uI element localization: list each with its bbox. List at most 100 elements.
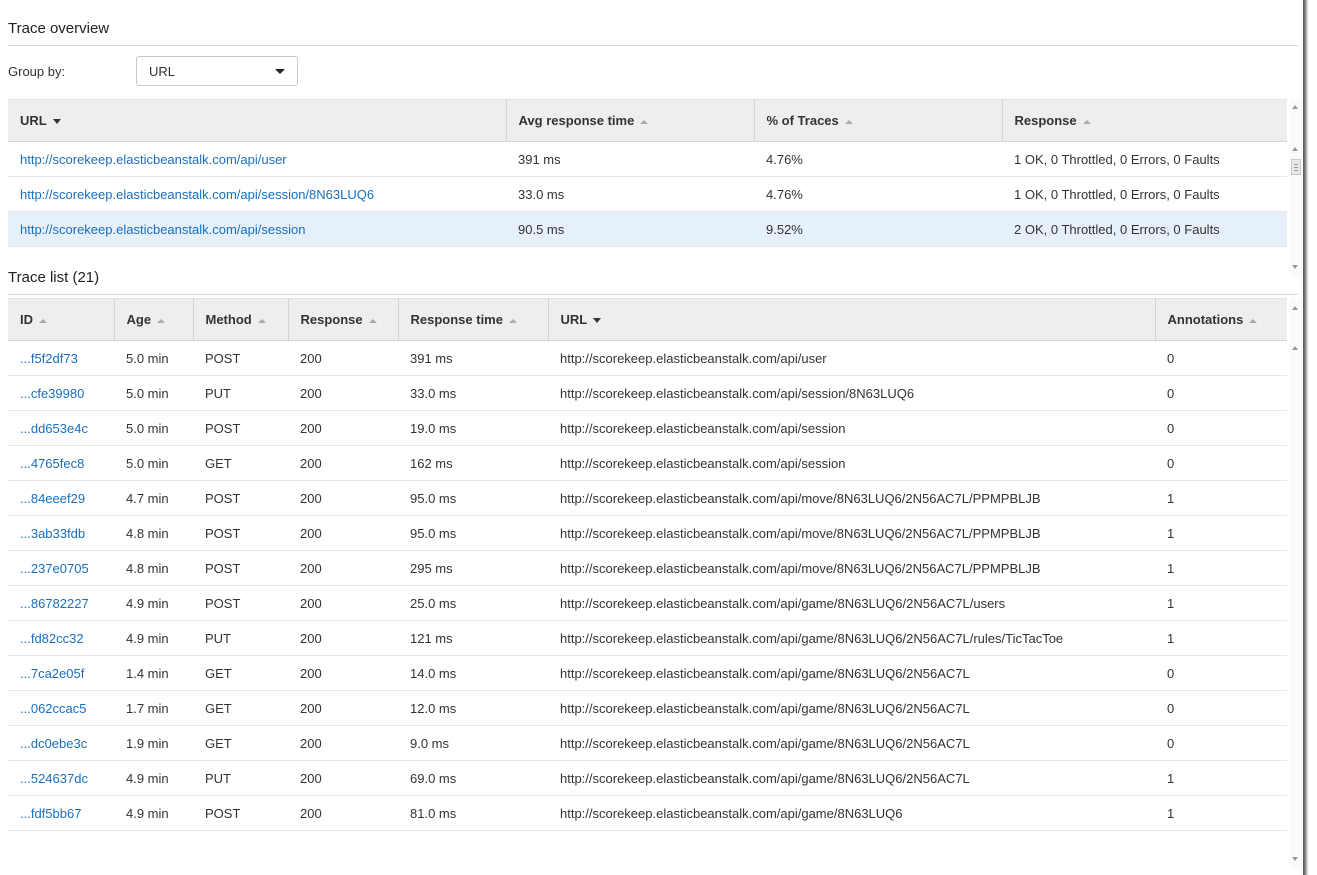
col-age[interactable]: Age [114, 298, 194, 341]
trace-id-link[interactable]: ...dc0ebe3c [8, 725, 114, 761]
trace-row[interactable]: ...86782227 4.9 min POST 200 25.0 ms http://s… [8, 585, 1287, 621]
trace-age: 4.9 min [114, 585, 193, 621]
url-link[interactable]: http://scorekeep.elasticbeanstalk.com/ap… [8, 176, 506, 212]
avg-response-time: 90.5 ms [506, 211, 754, 247]
overview-col-response[interactable]: Response [1002, 99, 1287, 142]
trace-row[interactable]: ...524637dc 4.9 min PUT 200 69.0 ms http://sc… [8, 760, 1287, 796]
trace-row[interactable]: ...4765fec8 5.0 min GET 200 162 ms http://sco… [8, 445, 1287, 481]
trace-response-time: 81.0 ms [398, 795, 548, 831]
trace-row[interactable]: ...cfe39980 5.0 min PUT 200 33.0 ms http://sc… [8, 375, 1287, 411]
trace-annotations: 1 [1155, 585, 1287, 621]
scroll-up-icon[interactable] [1292, 306, 1298, 310]
trace-id-link[interactable]: ...237e0705 [8, 550, 114, 586]
percent-of-traces: 4.76% [754, 141, 1002, 177]
overview-col-avg[interactable]: Avg response time [506, 99, 755, 142]
group-by-select[interactable]: URL [136, 56, 298, 86]
url-link[interactable]: http://scorekeep.elasticbeanstalk.com/ap… [8, 211, 506, 247]
overview-table: URL Avg response time % of Traces Respon… [8, 99, 1287, 247]
trace-annotations: 0 [1155, 375, 1287, 411]
scroll-up-icon[interactable] [1292, 105, 1298, 109]
scroll-thumb[interactable] [1291, 159, 1301, 175]
sort-asc-icon [39, 318, 47, 323]
overview-row[interactable]: http://scorekeep.elasticbeanstalk.com/ap… [8, 176, 1287, 212]
trace-row[interactable]: ...dd653e4c 5.0 min POST 200 19.0 ms http://s… [8, 410, 1287, 446]
trace-row[interactable]: ...3ab33fdb 4.8 min POST 200 95.0 ms http://s… [8, 515, 1287, 551]
trace-list-scrollbar[interactable] [1290, 298, 1302, 868]
trace-id-link[interactable]: ...84eeef29 [8, 480, 114, 516]
trace-id-link[interactable]: ...fdf5bb67 [8, 795, 114, 831]
col-id[interactable]: ID [8, 298, 115, 341]
col-annotations[interactable]: Annotations [1155, 298, 1287, 341]
trace-list-title: Trace list (21) [8, 269, 100, 286]
overview-col-pct[interactable]: % of Traces [754, 99, 1003, 142]
trace-method: POST [193, 340, 288, 376]
trace-id-link[interactable]: ...86782227 [8, 585, 114, 621]
trace-list-header-row: ID Age Method Response Response time URL… [8, 298, 1287, 341]
trace-response-time: 12.0 ms [398, 690, 548, 726]
trace-id-link[interactable]: ...dd653e4c [8, 410, 114, 446]
sort-asc-icon [368, 318, 377, 323]
trace-id-link[interactable]: ...f5f2df73 [8, 340, 114, 376]
trace-url: http://scorekeep.elasticbeanstalk.com/ap… [548, 515, 1155, 551]
trace-annotations: 0 [1155, 410, 1287, 446]
col-response[interactable]: Response [288, 298, 399, 341]
trace-method: POST [193, 515, 288, 551]
trace-annotations: 1 [1155, 550, 1287, 586]
trace-method: GET [193, 445, 288, 481]
overview-col-url[interactable]: URL [8, 99, 507, 142]
trace-response-code: 200 [288, 375, 398, 411]
trace-id-link[interactable]: ...062ccac5 [8, 690, 114, 726]
trace-id-link[interactable]: ...cfe39980 [8, 375, 114, 411]
trace-response-code: 200 [288, 515, 398, 551]
trace-response-time: 391 ms [398, 340, 548, 376]
trace-response-code: 200 [288, 585, 398, 621]
scroll-down-icon[interactable] [1292, 857, 1298, 861]
trace-row[interactable]: ...237e0705 4.8 min POST 200 295 ms http://sc… [8, 550, 1287, 586]
trace-age: 5.0 min [114, 375, 193, 411]
trace-method: POST [193, 795, 288, 831]
sort-desc-icon [593, 318, 602, 324]
trace-row[interactable]: ...062ccac5 1.7 min GET 200 12.0 ms http://sc… [8, 690, 1287, 726]
trace-method: POST [193, 410, 288, 446]
overview-scrollbar[interactable] [1290, 99, 1302, 276]
trace-id-link[interactable]: ...3ab33fdb [8, 515, 114, 551]
trace-age: 5.0 min [114, 445, 193, 481]
trace-url: http://scorekeep.elasticbeanstalk.com/ap… [548, 690, 1155, 726]
col-url[interactable]: URL [548, 298, 1156, 341]
col-method[interactable]: Method [193, 298, 289, 341]
trace-id-link[interactable]: ...fd82cc32 [8, 620, 114, 656]
trace-age: 1.9 min [114, 725, 193, 761]
trace-age: 5.0 min [114, 340, 193, 376]
group-by-value: URL [149, 64, 176, 79]
trace-id-link[interactable]: ...4765fec8 [8, 445, 114, 481]
trace-row[interactable]: ...84eeef29 4.7 min POST 200 95.0 ms http://s… [8, 480, 1287, 516]
trace-id-link[interactable]: ...7ca2e05f [8, 655, 114, 691]
trace-age: 4.9 min [114, 795, 193, 831]
trace-row[interactable]: ...fdf5bb67 4.9 min POST 200 81.0 ms http://s… [8, 795, 1287, 831]
scroll-down-icon[interactable] [1292, 265, 1298, 269]
percent-of-traces: 9.52% [754, 211, 1002, 247]
trace-url: http://scorekeep.elasticbeanstalk.com/ap… [548, 760, 1155, 796]
overview-row[interactable]: http://scorekeep.elasticbeanstalk.com/ap… [8, 141, 1287, 177]
trace-url: http://scorekeep.elasticbeanstalk.com/ap… [548, 655, 1155, 691]
trace-response-time: 162 ms [398, 445, 548, 481]
col-response-time[interactable]: Response time [398, 298, 549, 341]
trace-url: http://scorekeep.elasticbeanstalk.com/ap… [548, 795, 1155, 831]
trace-row[interactable]: ...fd82cc32 4.9 min PUT 200 121 ms http://sco… [8, 620, 1287, 656]
trace-annotations: 1 [1155, 795, 1287, 831]
trace-row[interactable]: ...dc0ebe3c 1.9 min GET 200 9.0 ms http://sco… [8, 725, 1287, 761]
trace-row[interactable]: ...7ca2e05f 1.4 min GET 200 14.0 ms http://sc… [8, 655, 1287, 691]
sort-asc-icon [157, 318, 166, 323]
trace-row[interactable]: ...f5f2df73 5.0 min POST 200 391 ms http://sc… [8, 340, 1287, 376]
url-link[interactable]: http://scorekeep.elasticbeanstalk.com/ap… [8, 141, 506, 177]
trace-age: 4.8 min [114, 515, 193, 551]
trace-response-code: 200 [288, 480, 398, 516]
trace-panel: Trace overview Group by: URL URL Avg res… [0, 0, 1303, 875]
trace-response-code: 200 [288, 550, 398, 586]
trace-response-code: 200 [288, 620, 398, 656]
overview-row[interactable]: http://scorekeep.elasticbeanstalk.com/ap… [8, 211, 1287, 247]
trace-url: http://scorekeep.elasticbeanstalk.com/ap… [548, 480, 1155, 516]
trace-id-link[interactable]: ...524637dc [8, 760, 114, 796]
trace-response-code: 200 [288, 655, 398, 691]
trace-age: 5.0 min [114, 410, 193, 446]
